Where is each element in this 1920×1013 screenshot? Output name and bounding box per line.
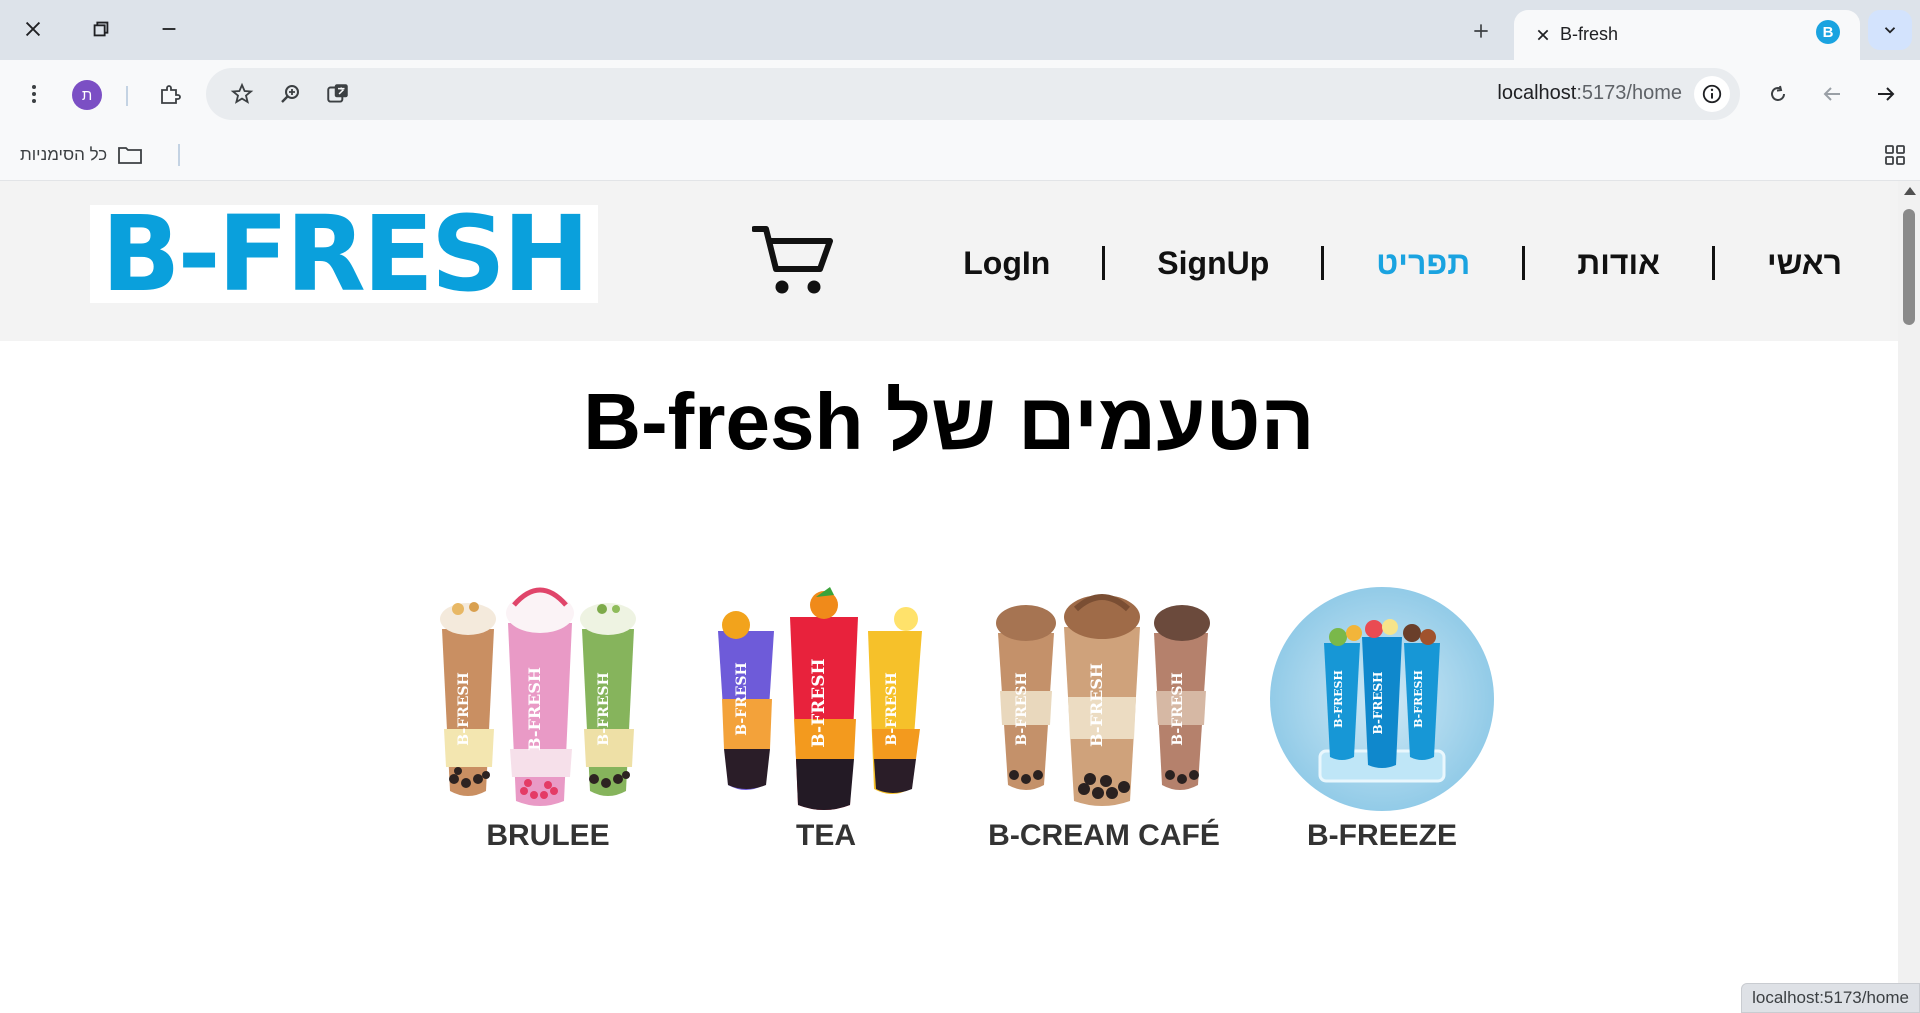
profile-avatar[interactable]: ת: [72, 80, 102, 110]
svg-text:B-FRESH: B-FRESH: [884, 672, 900, 746]
nav-divider: [1711, 246, 1715, 280]
nav-divider: [1321, 246, 1325, 280]
nav-divider: [1102, 246, 1106, 280]
svg-text:B-FRESH: B-FRESH: [1087, 663, 1106, 747]
reload-icon: [1771, 85, 1785, 101]
scroll-up-arrow-icon[interactable]: [1904, 187, 1916, 195]
svg-text:B-FRESH: B-FRESH: [1412, 670, 1425, 728]
close-icon: [25, 21, 41, 37]
site-header: B-FRESH ראשי אודות תפריט SignUp LogIn: [0, 181, 1898, 341]
new-tab-button[interactable]: [1466, 16, 1496, 46]
translate-button[interactable]: [322, 78, 354, 110]
svg-text:B-FRESH: B-FRESH: [525, 667, 544, 751]
scroll-thumb[interactable]: [1903, 209, 1915, 325]
zoom-button[interactable]: [274, 78, 306, 110]
forward-button[interactable]: [1866, 74, 1906, 114]
status-url-bubble: localhost:5173/home: [1741, 983, 1920, 1013]
toolbar-divider: [126, 86, 128, 106]
svg-text:B-FRESH: B-FRESH: [1014, 672, 1030, 746]
minimize-window-button[interactable]: [146, 10, 192, 48]
grid-icon: [1885, 145, 1905, 165]
b-cream-cafe-drinks-image: B-FRESH B-FRESH B-FRESH: [996, 594, 1210, 806]
nav-login[interactable]: LogIn: [963, 245, 1102, 282]
tab-search-button[interactable]: [1868, 10, 1912, 50]
zoom-icon: [281, 85, 299, 103]
nav-divider: [1522, 246, 1526, 280]
minimize-icon: [162, 28, 176, 30]
menu-button[interactable]: [14, 74, 54, 114]
tab-b-fresh[interactable]: B-fresh B: [1514, 10, 1860, 60]
restore-window-button[interactable]: [78, 10, 124, 48]
apps-button[interactable]: [1880, 140, 1910, 170]
star-icon: [230, 82, 254, 104]
tab-title: B-fresh: [1560, 24, 1619, 44]
page-title: הטעמים של B-fresh: [583, 377, 1315, 466]
svg-text:B-FRESH: B-FRESH: [596, 672, 612, 746]
nav-signup[interactable]: SignUp: [1105, 245, 1321, 282]
nav-home[interactable]: ראשי: [1715, 245, 1842, 282]
svg-text:B-FRESH: B-FRESH: [734, 662, 750, 736]
extensions-button[interactable]: [150, 74, 190, 114]
translate-icon: [327, 84, 348, 103]
chevron-down-icon: [1884, 27, 1896, 34]
arrow-right-icon: [1878, 87, 1895, 101]
product-name: BRULEE: [486, 819, 610, 852]
product-card-b-cream-cafe[interactable]: B-FRESH B-FRESH B-FRESH B-CREAM CAFÉ: [984, 579, 1224, 852]
product-name: B-CREAM CAFÉ: [988, 819, 1220, 852]
site-logo[interactable]: B-FRESH: [90, 193, 598, 315]
logo-text: B-FRESH: [101, 193, 590, 315]
page-viewport: B-FRESH ראשי אודות תפריט SignUp LogIn הט…: [0, 181, 1898, 1013]
product-grid: B-FRESH B-FRESH B-FRESH BRULEE B-FRESH B…: [428, 579, 1494, 879]
svg-text:B-FRESH: B-FRESH: [809, 658, 829, 747]
svg-text:B-FRESH: B-FRESH: [456, 672, 472, 746]
site-info-button[interactable]: [1694, 76, 1730, 112]
svg-text:B-FRESH: B-FRESH: [1332, 670, 1345, 728]
nav-about[interactable]: אודות: [1525, 245, 1712, 282]
bookmark-star-button[interactable]: [226, 78, 258, 110]
product-card-tea[interactable]: B-FRESH B-FRESH B-FRESH TEA: [706, 579, 946, 852]
favicon-icon: B: [1816, 20, 1840, 44]
product-card-brulee[interactable]: B-FRESH B-FRESH B-FRESH BRULEE: [428, 579, 668, 852]
plus-icon: [1474, 24, 1488, 38]
close-window-button[interactable]: [10, 10, 56, 48]
browser-tab-strip: B-fresh B: [0, 0, 1920, 60]
restore-icon: [93, 21, 109, 37]
address-bar[interactable]: localhost:5173/home: [206, 68, 1740, 120]
tab-close-button[interactable]: [1530, 22, 1556, 48]
tea-drinks-image: B-FRESH B-FRESH B-FRESH: [718, 587, 922, 810]
info-icon: [1702, 84, 1722, 104]
cart-icon[interactable]: [752, 223, 834, 297]
product-card-b-freeze[interactable]: B-FRESH B-FRESH B-FRESH B-FREEZE: [1262, 579, 1502, 852]
product-name: TEA: [796, 819, 856, 852]
bookmarks-divider: [178, 144, 180, 166]
brulee-drinks-image: B-FRESH B-FRESH B-FRESH: [440, 587, 636, 806]
browser-toolbar: ת localhost:5173/home: [0, 60, 1920, 130]
nav-menu[interactable]: תפריט: [1324, 245, 1522, 282]
more-vert-icon: [32, 85, 36, 103]
svg-text:B-FRESH: B-FRESH: [1371, 672, 1385, 735]
url-text: localhost:5173/home: [1497, 82, 1682, 104]
all-bookmarks-label: כל הסימניות: [20, 145, 108, 164]
arrow-left-icon: [1823, 87, 1840, 101]
main-nav: ראשי אודות תפריט SignUp LogIn: [963, 239, 1842, 287]
folder-icon: [118, 147, 143, 164]
b-freeze-drinks-image: B-FRESH B-FRESH B-FRESH: [1270, 587, 1494, 811]
puzzle-icon: [161, 85, 181, 104]
all-bookmarks-button[interactable]: כל הסימניות: [20, 140, 143, 170]
back-button[interactable]: [1812, 74, 1852, 114]
close-icon: [1537, 29, 1549, 41]
reload-button[interactable]: [1758, 74, 1798, 114]
page-scrollbar[interactable]: [1898, 181, 1920, 1013]
svg-text:B-FRESH: B-FRESH: [1170, 672, 1186, 746]
product-name: B-FREEZE: [1307, 819, 1457, 852]
bookmarks-bar: כל הסימניות: [0, 130, 1920, 181]
